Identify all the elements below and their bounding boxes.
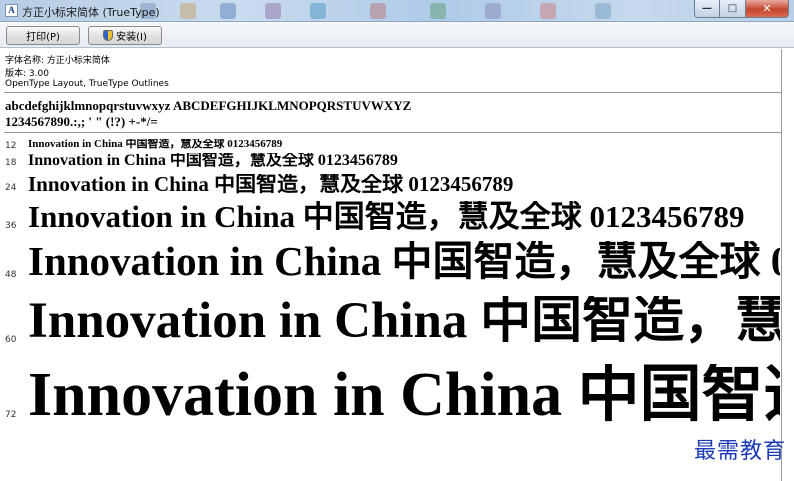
sample-line: Innovation in China 中国智造，慧及全球 0123456789: [28, 201, 745, 232]
font-name-line: 字体名称: 方正小标宋简体: [5, 56, 110, 66]
watermark-text: 最需教育: [693, 439, 786, 464]
minimize-button[interactable]: —: [694, 0, 720, 18]
window-controls: — □ ✕: [694, 0, 789, 18]
sample-size-label: 48: [5, 270, 17, 280]
sample-line: Innovation in China 中国智造，慧及全球 0123456789: [28, 364, 780, 426]
sample-size-label: 12: [5, 141, 17, 151]
sample-size-label: 24: [5, 183, 17, 193]
right-edge-divider: [781, 49, 782, 481]
print-button-label: 打印(P): [26, 32, 60, 43]
divider: [4, 92, 782, 93]
divider: [4, 132, 782, 133]
minimize-icon: —: [702, 3, 712, 14]
charset-digits: 1234567890.:,; ' " (!?) +-*/=: [5, 114, 158, 129]
title-bar[interactable]: A 方正小标宋简体 (TrueType) — □ ✕: [0, 0, 794, 22]
sample-line: Innovation in China 中国智造，慧及全球 0123456789: [28, 174, 514, 195]
sample-size-label: 36: [5, 221, 17, 231]
sample-line: Innovation in China 中国智造，慧及全球 0123456789: [28, 296, 780, 347]
font-type-line: OpenType Layout, TrueType Outlines: [5, 79, 169, 89]
window-title: 方正小标宋简体 (TrueType): [22, 6, 160, 19]
sample-size-label: 18: [5, 158, 17, 168]
close-icon: ✕: [762, 2, 772, 15]
maximize-button[interactable]: □: [720, 0, 746, 18]
sample-size-label: 72: [5, 410, 17, 420]
background-taskbar-blur: [140, 2, 700, 20]
install-button-label: 安装(I): [116, 32, 147, 43]
font-file-icon: A: [5, 4, 18, 17]
toolbar: 打印(P) 安装(I): [0, 22, 794, 48]
close-button[interactable]: ✕: [746, 0, 789, 18]
uac-shield-icon: [103, 30, 114, 41]
font-version-line: 版本: 3.00: [5, 69, 49, 79]
print-button[interactable]: 打印(P): [6, 26, 80, 45]
sample-size-label: 60: [5, 335, 17, 345]
maximize-icon: □: [727, 3, 738, 14]
charset-letters: abcdefghijklmnopqrstuvwxyz ABCDEFGHIJKLM…: [5, 98, 412, 113]
sample-line: Innovation in China 中国智造，慧及全球 0123456789: [28, 241, 780, 282]
sample-line: Innovation in China 中国智造，慧及全球 0123456789: [28, 153, 398, 169]
font-preview-area[interactable]: 字体名称: 方正小标宋简体 版本: 3.00 OpenType Layout, …: [0, 49, 794, 481]
sample-line: Innovation in China 中国智造，慧及全球 0123456789: [28, 139, 283, 150]
install-button[interactable]: 安装(I): [88, 26, 162, 45]
